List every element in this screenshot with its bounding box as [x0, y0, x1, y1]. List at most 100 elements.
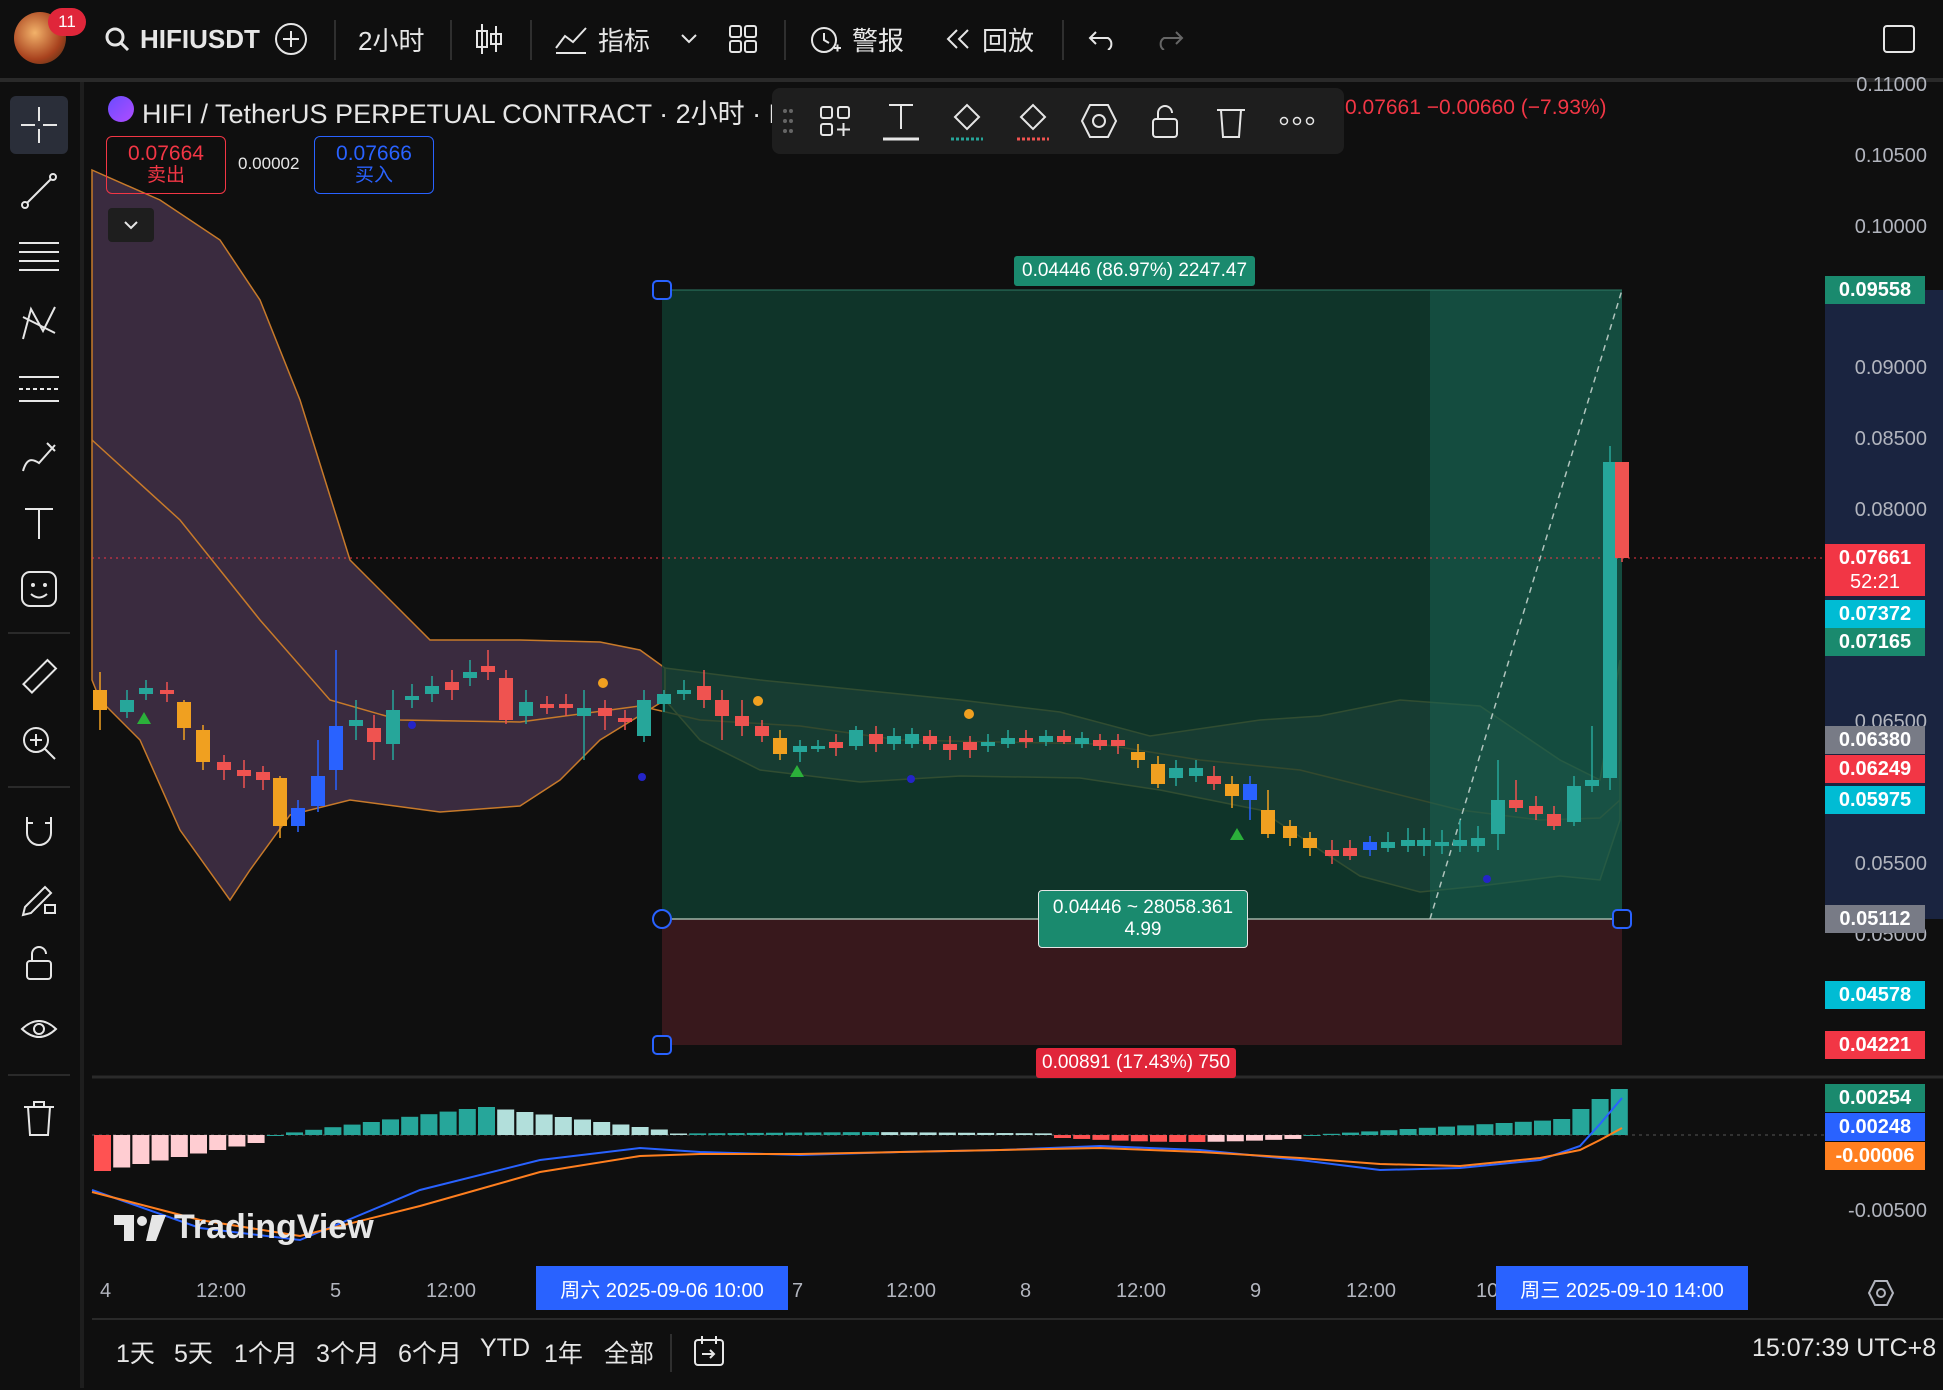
range-6m[interactable]: 6个月	[398, 1334, 462, 1370]
candle-body	[1547, 814, 1561, 826]
macd-histogram-bar	[1111, 1135, 1129, 1141]
candle-body	[1019, 738, 1033, 742]
macd-histogram-bar	[1361, 1131, 1379, 1135]
candle-body	[160, 690, 174, 694]
macd-histogram-bar	[1284, 1135, 1302, 1139]
fill-color-profit-button[interactable]	[942, 96, 992, 146]
macd-histogram-bar	[343, 1124, 361, 1135]
price-tick: 0.05500	[1854, 853, 1927, 875]
range-end-time: 周三 2025-09-10 14:00	[1496, 1266, 1748, 1310]
range-1m[interactable]: 1个月	[234, 1334, 298, 1370]
range-3m[interactable]: 3个月	[316, 1334, 380, 1370]
candle-body	[905, 734, 919, 744]
macd-histogram-bar	[977, 1132, 995, 1135]
price-tick: 0.08500	[1854, 428, 1927, 450]
range-all[interactable]: 全部	[604, 1334, 654, 1370]
handle-entry-left[interactable]	[652, 909, 672, 929]
buy-button[interactable]: 0.07666 买入	[314, 136, 434, 194]
template-button[interactable]	[810, 96, 860, 146]
fill-color-loss-button[interactable]	[1008, 96, 1058, 146]
text-color-button[interactable]	[876, 96, 926, 146]
handle-bottom-left[interactable]	[652, 1035, 672, 1055]
more-button[interactable]	[1272, 96, 1322, 146]
collapse-legend-button[interactable]	[108, 208, 154, 242]
sell-button[interactable]: 0.07664 卖出	[106, 136, 226, 194]
macd-histogram-bar	[1015, 1133, 1033, 1135]
settings-button[interactable]	[1074, 96, 1124, 146]
macd-histogram-label: 0.00254	[1825, 1084, 1925, 1112]
macd-histogram-bar	[1322, 1133, 1340, 1135]
candle-body	[1343, 848, 1357, 856]
macd-histogram-bar	[1514, 1121, 1532, 1135]
time-tick: 12:00	[886, 1280, 937, 1302]
range-1y[interactable]: 1年	[544, 1334, 583, 1370]
macd-histogram-bar	[900, 1132, 918, 1135]
candle-body	[1075, 738, 1089, 744]
drag-dots-icon	[783, 109, 793, 133]
macd-histogram-bar	[1476, 1124, 1494, 1135]
handle-entry-right[interactable]	[1612, 909, 1632, 929]
candle-body	[1111, 740, 1125, 746]
candle-body	[1283, 826, 1297, 838]
range-5d[interactable]: 5天	[174, 1334, 213, 1370]
symbol-logo	[108, 96, 134, 122]
profit-zone-highlight	[1430, 290, 1622, 919]
candle-body	[637, 700, 651, 736]
basis-label: 0.07165	[1825, 628, 1925, 656]
signal-dot	[1483, 875, 1491, 883]
macd-histogram-bar	[593, 1122, 611, 1135]
candle-body	[463, 672, 477, 678]
candle-body	[735, 716, 749, 726]
ohlc-change: 0.07661 −0.00660 (−7.93%)	[1345, 96, 1607, 119]
last-price-label: 0.07661 52:21	[1825, 544, 1925, 596]
signal-dot	[408, 721, 416, 729]
bar-countdown: 52:21	[1849, 571, 1901, 593]
macd-histogram-bar	[881, 1132, 899, 1135]
scale-settings-button[interactable]	[1866, 1278, 1896, 1313]
goto-date-button[interactable]	[692, 1334, 726, 1373]
macd-histogram-bar	[1092, 1135, 1110, 1140]
candle-body	[1435, 842, 1449, 846]
candle-body	[367, 728, 381, 742]
entry-price-label: 0.05112	[1825, 905, 1925, 933]
candle-body	[273, 778, 287, 826]
add-template-icon	[820, 106, 850, 136]
unlock-icon	[1152, 105, 1178, 138]
lock-button[interactable]	[1140, 96, 1190, 146]
text-icon	[883, 104, 919, 141]
buy-label: 买入	[354, 165, 393, 186]
macd-histogram-bar	[497, 1109, 515, 1135]
candle-body	[943, 744, 957, 750]
handle-top-left[interactable]	[652, 280, 672, 300]
macd-histogram-bar	[170, 1135, 188, 1157]
price-chart[interactable]	[0, 0, 1943, 1388]
entry-label-line2: 4.99	[1124, 919, 1162, 940]
macd-histogram-bar	[708, 1133, 726, 1135]
candle-body	[755, 726, 769, 736]
candle-body	[1169, 768, 1183, 778]
drag-handle[interactable]	[778, 96, 798, 146]
time-tick: 5	[330, 1280, 342, 1302]
delete-button[interactable]	[1206, 96, 1256, 146]
range-1d[interactable]: 1天	[116, 1334, 155, 1370]
macd-histogram-bar	[1054, 1135, 1071, 1138]
candle-body	[1131, 752, 1145, 760]
macd-histogram-bar	[190, 1135, 207, 1154]
candle-body	[559, 704, 573, 708]
macd-histogram-bar	[151, 1135, 169, 1161]
macd-histogram-bar	[554, 1117, 572, 1135]
candle-body	[540, 704, 554, 708]
macd-histogram-bar	[305, 1129, 323, 1135]
candle-body	[237, 770, 251, 776]
macd-histogram-bar	[1169, 1135, 1187, 1142]
candle-body	[1585, 780, 1599, 786]
candle-body	[1225, 784, 1239, 796]
macd-histogram-bar	[516, 1112, 534, 1135]
macd-histogram-bar	[631, 1127, 649, 1135]
macd-histogram-bar	[420, 1114, 438, 1135]
candle-body	[349, 720, 363, 726]
signal-dot	[964, 709, 974, 719]
range-ytd[interactable]: YTD	[480, 1334, 530, 1363]
buy-price: 0.07666	[336, 142, 412, 165]
macd-histogram-bar	[132, 1135, 150, 1164]
